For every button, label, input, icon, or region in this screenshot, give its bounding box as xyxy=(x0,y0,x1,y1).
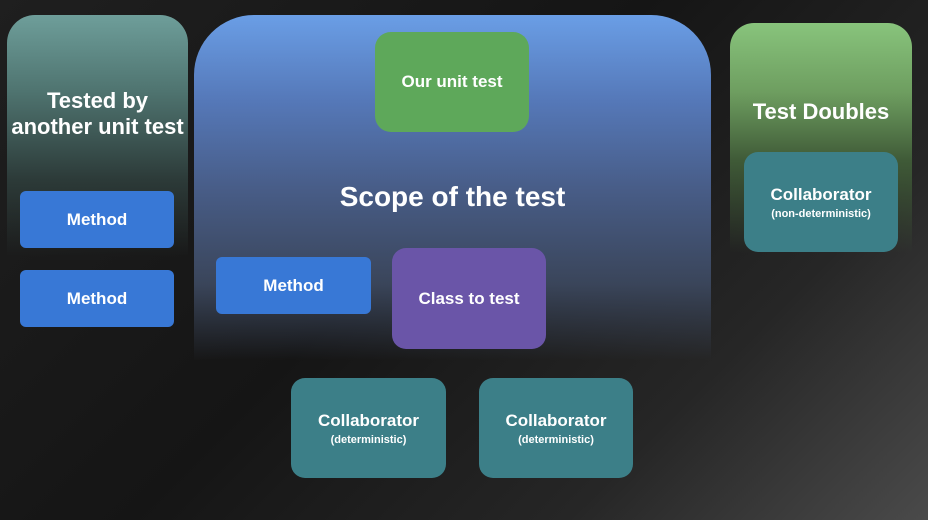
method-label: Method xyxy=(66,209,128,229)
our-unit-test-box: Our unit test xyxy=(375,32,529,132)
collaborator-sublabel: (deterministic) xyxy=(330,433,407,446)
left-method-box-2: Method xyxy=(20,270,174,327)
collaborator-non-deterministic-box: Collaborator (non-deterministic) xyxy=(744,152,898,252)
collaborator-label: Collaborator xyxy=(317,410,420,430)
collaborator-label: Collaborator xyxy=(505,410,607,430)
center-method-box: Method xyxy=(216,257,371,314)
collaborator-label: Collaborator xyxy=(770,184,872,204)
scope-of-test-heading: Scope of the test xyxy=(339,181,566,212)
method-label: Method xyxy=(66,288,128,308)
unit-test-label: Our unit test xyxy=(401,72,503,91)
collaborator-deterministic-box-1: Collaborator (deterministic) xyxy=(291,378,446,478)
collaborator-sublabel: (deterministic) xyxy=(518,433,594,446)
tested-by-other-test-heading: Tested by another unit test xyxy=(11,88,184,140)
method-label: Method xyxy=(263,275,324,295)
collaborator-deterministic-box-2: Collaborator (deterministic) xyxy=(479,378,633,478)
collaborator-sublabel: (non-deterministic) xyxy=(771,207,871,220)
class-to-test-box: Class to test xyxy=(392,248,546,349)
test-doubles-heading: Test Doubles xyxy=(752,99,890,124)
class-to-test-label: Class to test xyxy=(418,288,520,308)
left-method-box-1: Method xyxy=(20,191,174,248)
